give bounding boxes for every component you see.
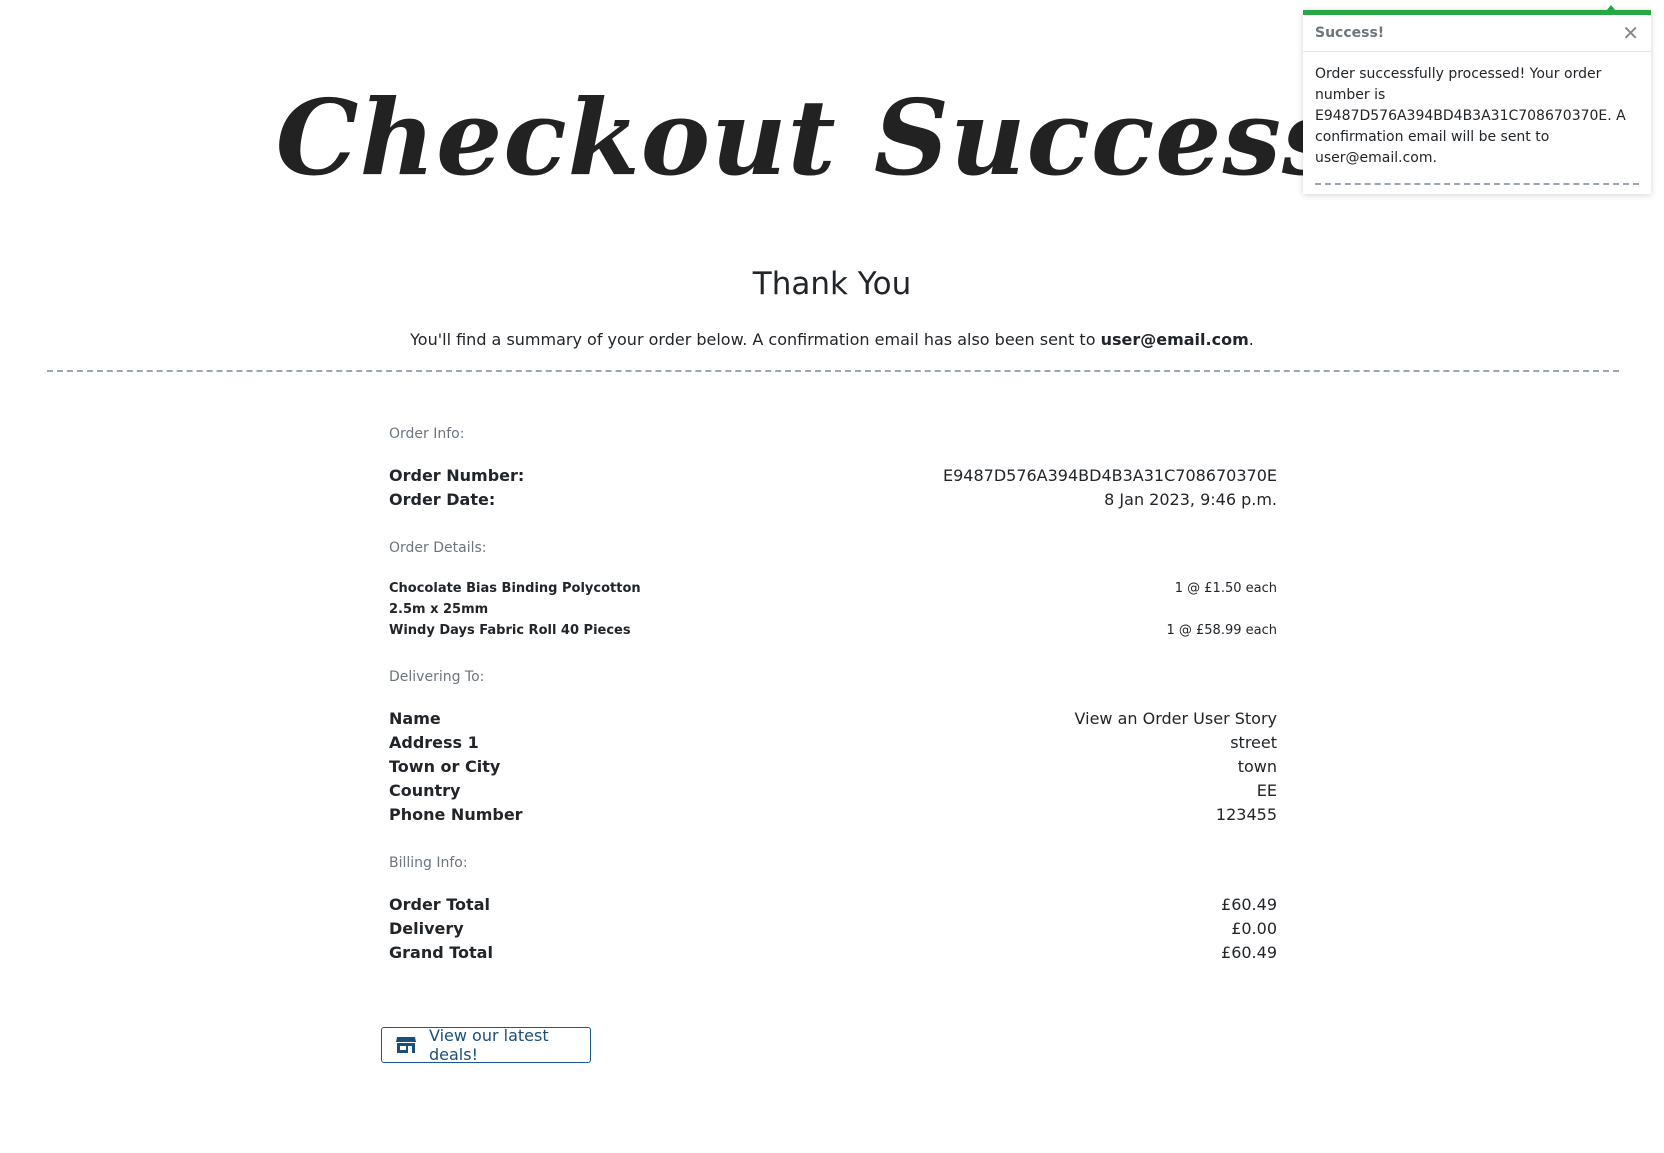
toast-divider	[1315, 183, 1639, 185]
store-icon	[395, 1035, 417, 1055]
delivering-to-label: Delivering To:	[389, 669, 485, 685]
delivery-phone-label: Phone Number	[389, 805, 523, 824]
order-date-value: 8 Jan 2023, 9:46 p.m.	[1104, 490, 1277, 509]
delivery-name-row: Name View an Order User Story	[389, 707, 1277, 731]
grand-total-row: Grand Total £60.49	[389, 941, 1277, 965]
order-details-label: Order Details:	[389, 540, 487, 556]
order-total-label: Order Total	[389, 895, 490, 914]
summary-prefix: You'll find a summary of your order belo…	[410, 330, 1101, 349]
success-toast: Success! ✕ Order successfully processed!…	[1303, 5, 1651, 194]
delivery-country-row: Country EE	[389, 779, 1277, 803]
toast-arrow	[1606, 5, 1616, 11]
toast-title: Success!	[1315, 25, 1385, 41]
order-item-qty: 1 @ £1.50 each	[1174, 581, 1277, 596]
close-icon[interactable]: ✕	[1622, 23, 1639, 43]
order-item-row: Windy Days Fabric Roll 40 Pieces 1 @ £58…	[389, 620, 1277, 641]
order-number-value: E9487D576A394BD4B3A31C708670370E	[942, 466, 1277, 485]
checkout-success-page: Checkout Success! Thank You You'll find …	[0, 0, 1664, 1153]
order-date-row: Order Date: 8 Jan 2023, 9:46 p.m.	[389, 488, 1277, 512]
order-details-section: Order Details: Chocolate Bias Binding Po…	[389, 538, 1277, 641]
toast-header: Success! ✕	[1303, 15, 1651, 52]
view-deals-label: View our latest deals!	[429, 1026, 549, 1064]
delivery-address1-label: Address 1	[389, 733, 479, 752]
order-total-value: £60.49	[1221, 895, 1277, 914]
grand-total-value: £60.49	[1221, 943, 1277, 962]
summary-email: user@email.com	[1100, 330, 1249, 349]
delivery-name-value: View an Order User Story	[1074, 709, 1277, 728]
order-summary-text: You'll find a summary of your order belo…	[0, 328, 1664, 352]
delivering-to-section: Delivering To: Name View an Order User S…	[389, 667, 1277, 827]
order-date-label: Order Date:	[389, 490, 496, 509]
order-info-label: Order Info:	[389, 426, 465, 442]
delivery-town-value: town	[1237, 757, 1277, 776]
delivery-name-label: Name	[389, 709, 441, 728]
order-item-name: Chocolate Bias Binding Polycotton 2.5m x…	[389, 581, 641, 617]
grand-total-label: Grand Total	[389, 943, 493, 962]
delivery-phone-row: Phone Number 123455	[389, 803, 1277, 827]
delivery-address1-row: Address 1 street	[389, 731, 1277, 755]
thank-you-heading: Thank You	[752, 266, 912, 302]
delivery-cost-label: Delivery	[389, 919, 464, 938]
billing-info-section: Billing Info: Order Total £60.49 Deliver…	[389, 853, 1277, 965]
order-number-label: Order Number:	[389, 466, 525, 485]
section-divider	[47, 370, 1619, 372]
delivery-town-row: Town or City town	[389, 755, 1277, 779]
order-summary: Order Info: Order Number: E9487D576A394B…	[389, 424, 1277, 991]
order-item-qty: 1 @ £58.99 each	[1166, 623, 1277, 638]
order-total-row: Order Total £60.49	[389, 893, 1277, 917]
order-item-row: Chocolate Bias Binding Polycotton 2.5m x…	[389, 578, 1277, 620]
delivery-address1-value: street	[1230, 733, 1277, 752]
toast-message: Order successfully processed! Your order…	[1315, 66, 1626, 166]
view-deals-button[interactable]: View our latest deals!	[381, 1026, 591, 1064]
billing-info-label: Billing Info:	[389, 855, 468, 871]
delivery-country-label: Country	[389, 781, 461, 800]
order-info-section: Order Info: Order Number: E9487D576A394B…	[389, 424, 1277, 512]
order-number-row: Order Number: E9487D576A394BD4B3A31C7086…	[389, 464, 1277, 488]
delivery-country-value: EE	[1256, 781, 1277, 800]
delivery-cost-row: Delivery £0.00	[389, 917, 1277, 941]
order-item-name: Windy Days Fabric Roll 40 Pieces	[389, 623, 631, 638]
delivery-phone-value: 123455	[1215, 805, 1277, 824]
delivery-cost-value: £0.00	[1231, 919, 1277, 938]
delivery-town-label: Town or City	[389, 757, 501, 776]
summary-suffix: .	[1248, 330, 1254, 349]
